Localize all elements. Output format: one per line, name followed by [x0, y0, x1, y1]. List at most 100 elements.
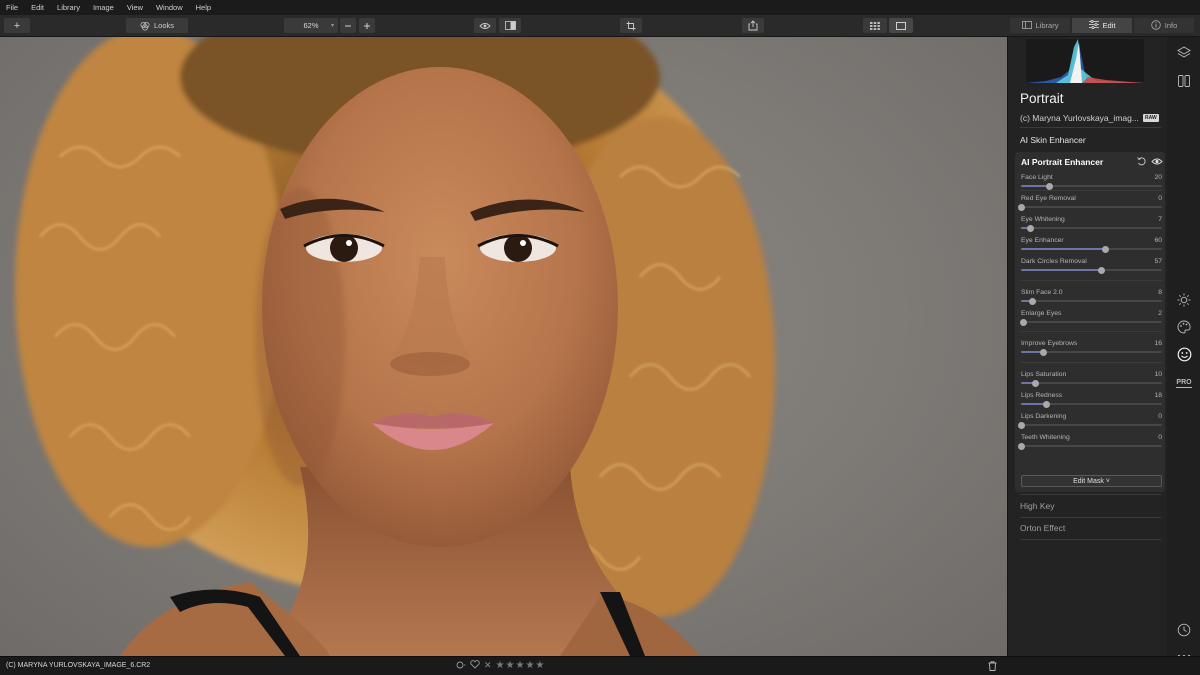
slider-handle[interactable] [1102, 245, 1110, 253]
looks-button[interactable]: Looks [126, 18, 188, 33]
reject-icon[interactable]: ✕ [484, 660, 492, 671]
slider-dark-circles-removal[interactable]: Dark Circles Removal 57 [1021, 258, 1162, 274]
menu-bar: File Edit Library Image View Window Help [0, 0, 1200, 15]
slider-track[interactable] [1021, 400, 1162, 408]
slider-track[interactable] [1017, 421, 1162, 429]
slider-handle[interactable] [1042, 400, 1050, 408]
star-icon[interactable]: ★ [506, 660, 515, 671]
compare-icon[interactable] [1176, 73, 1192, 89]
menu-help[interactable]: Help [196, 3, 211, 12]
tab-edit[interactable]: Edit [1072, 18, 1132, 33]
heart-icon[interactable] [470, 660, 480, 671]
zoom-select[interactable]: 62% ▾ [284, 18, 338, 33]
slider-handle[interactable] [1045, 182, 1053, 190]
slider-red-eye-removal[interactable]: Red Eye Removal 0 [1017, 195, 1162, 211]
slider-track[interactable] [1021, 245, 1162, 253]
section-high-key[interactable]: High Key [1020, 501, 1055, 511]
grid-view-button[interactable] [863, 18, 887, 33]
zoom-value: 62% [303, 21, 319, 30]
star-icon[interactable]: ★ [496, 660, 505, 671]
star-icon[interactable]: ★ [515, 660, 524, 671]
minus-icon [344, 22, 352, 30]
add-photos-button[interactable]: + [4, 18, 30, 33]
photo-canvas[interactable] [0, 37, 1007, 656]
slider-track[interactable] [1021, 379, 1162, 387]
single-view-button[interactable] [889, 18, 913, 33]
edit-mask-button[interactable]: Edit Mask ˅ [1021, 475, 1162, 487]
crop-button[interactable] [620, 18, 642, 33]
slider-value: 18 [1154, 392, 1162, 399]
tool-category-rail: PRO [1167, 37, 1200, 658]
slider-handle[interactable] [1097, 266, 1105, 274]
looks-icon [140, 21, 150, 31]
slider-track[interactable] [1021, 297, 1162, 305]
sun-icon[interactable] [1176, 292, 1192, 308]
slider-label: Lips Saturation [1021, 371, 1067, 378]
tab-library-label: Library [1035, 21, 1059, 30]
section-orton-effect[interactable]: Orton Effect [1020, 523, 1065, 533]
slider-label: Dark Circles Removal [1021, 258, 1087, 265]
slider-track[interactable] [1021, 224, 1162, 232]
layers-icon[interactable] [1176, 45, 1192, 61]
slider-lips-saturation[interactable]: Lips Saturation 10 [1021, 371, 1162, 387]
ai-portrait-enhancer-tool: AI Portrait Enhancer Face Light 20 Red Eye… [1015, 152, 1165, 492]
slider-lips-redness[interactable]: Lips Redness 18 [1021, 392, 1162, 408]
slider-handle[interactable] [1028, 297, 1036, 305]
menu-edit[interactable]: Edit [31, 3, 44, 12]
slider-handle[interactable] [1027, 224, 1035, 232]
section-ai-skin-enhancer[interactable]: AI Skin Enhancer [1020, 135, 1086, 145]
menu-library[interactable]: Library [57, 3, 80, 12]
image-file-name: (c) Maryna Yurlovskaya_imag... [1020, 113, 1139, 123]
star-icon[interactable]: ★ [525, 660, 534, 671]
slider-value: 0 [1158, 195, 1162, 202]
slider-track[interactable] [1017, 203, 1162, 211]
reset-icon[interactable] [1137, 157, 1148, 166]
slider-lips-darkening[interactable]: Lips Darkening 0 [1017, 413, 1162, 429]
slider-handle[interactable] [1017, 203, 1025, 211]
slider-enlarge-eyes[interactable]: Enlarge Eyes 2 [1020, 310, 1162, 326]
slider-track[interactable] [1021, 266, 1162, 274]
slider-handle[interactable] [1017, 442, 1025, 450]
preview-toggle-button[interactable] [474, 18, 496, 33]
menu-window[interactable]: Window [156, 3, 183, 12]
slider-track[interactable] [1021, 348, 1162, 356]
slider-handle[interactable] [1020, 318, 1028, 326]
tab-library[interactable]: Library [1010, 18, 1070, 33]
star-icon[interactable]: ★ [535, 660, 544, 671]
histogram [1026, 39, 1144, 83]
slider-handle[interactable] [1040, 348, 1048, 356]
compare-button[interactable] [499, 18, 521, 33]
slider-improve-eyebrows[interactable]: Improve Eyebrows 16 [1021, 340, 1162, 356]
slider-fill [1021, 269, 1102, 271]
portrait-photo [15, 37, 775, 656]
history-icon[interactable] [1176, 622, 1192, 638]
slider-handle[interactable] [1017, 421, 1025, 429]
flag-circle-icon[interactable] [456, 661, 466, 671]
slider-eye-enhancer[interactable]: Eye Enhancer 60 [1021, 237, 1162, 253]
chevron-down-icon: ▾ [330, 23, 334, 29]
share-button[interactable] [742, 18, 764, 33]
menu-file[interactable]: File [6, 3, 18, 12]
face-icon[interactable] [1176, 346, 1192, 362]
slider-eye-whitening[interactable]: Eye Whitening 7 [1021, 216, 1162, 232]
zoom-out-button[interactable] [340, 18, 356, 33]
plus-icon [363, 22, 371, 30]
slider-teeth-whitening[interactable]: Teeth Whitening 0 [1017, 434, 1162, 450]
pro-icon[interactable]: PRO [1176, 375, 1192, 391]
slider-face-light[interactable]: Face Light 20 [1021, 174, 1162, 190]
slider-handle[interactable] [1031, 379, 1039, 387]
slider-slim-face-2-0[interactable]: Slim Face 2.0 8 [1021, 289, 1162, 305]
slider-value: 8 [1158, 289, 1162, 296]
menu-image[interactable]: Image [93, 3, 114, 12]
slider-group-divider [1021, 280, 1162, 281]
zoom-in-button[interactable] [359, 18, 375, 33]
slider-track[interactable] [1020, 318, 1162, 326]
palette-icon[interactable] [1176, 319, 1192, 335]
trash-icon[interactable] [988, 661, 997, 673]
visibility-eye-icon[interactable] [1151, 157, 1163, 166]
slider-track[interactable] [1017, 442, 1162, 450]
menu-view[interactable]: View [127, 3, 143, 12]
slider-value: 10 [1154, 371, 1162, 378]
tab-info[interactable]: Info [1134, 18, 1194, 33]
slider-track[interactable] [1021, 182, 1162, 190]
